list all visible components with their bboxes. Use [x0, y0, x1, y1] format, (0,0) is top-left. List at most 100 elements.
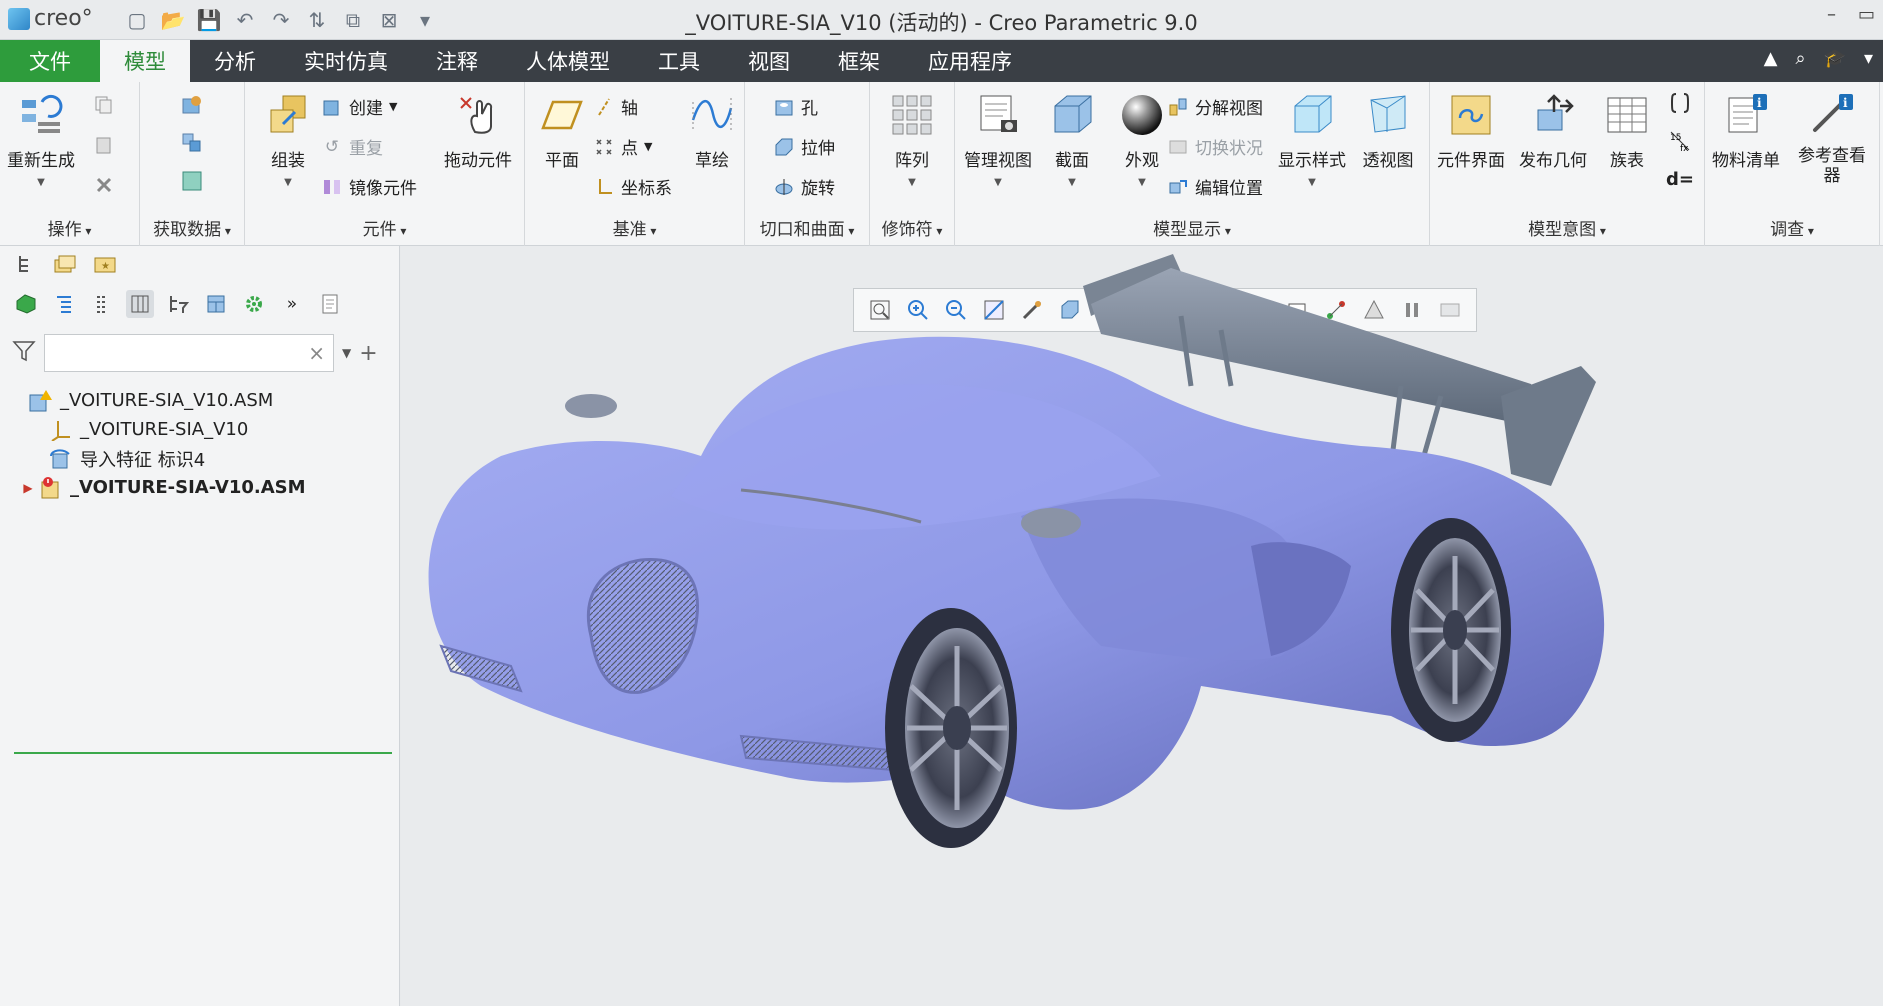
- tab-applications[interactable]: 应用程序: [904, 40, 1036, 82]
- bom-button[interactable]: i 物料清单: [1709, 82, 1783, 171]
- tree-search-input[interactable]: ×: [44, 334, 334, 372]
- cut-surface-group-label[interactable]: 切口和曲面 ▾: [745, 215, 869, 240]
- revolve-button[interactable]: 旋转: [773, 174, 835, 199]
- relations-icon[interactable]: d=: [1666, 166, 1694, 192]
- model-tree-tab-icon[interactable]: [12, 252, 38, 276]
- modifiers-group-label[interactable]: 修饰符 ▾: [870, 215, 954, 240]
- help-center-icon[interactable]: 🎓: [1824, 48, 1846, 69]
- layer-tree-icon[interactable]: [202, 290, 230, 318]
- plane-button[interactable]: 平面: [525, 82, 599, 171]
- tab-annotate[interactable]: 注释: [412, 40, 502, 82]
- sketch-button[interactable]: 草绘: [675, 82, 749, 171]
- tree-expand-icon[interactable]: [50, 290, 78, 318]
- graphics-window[interactable]: [401, 246, 1883, 1006]
- more-tools-icon[interactable]: »: [278, 290, 306, 318]
- perspective-label: 透视图: [1362, 151, 1414, 171]
- extrude-label: 拉伸: [801, 139, 835, 159]
- hole-button[interactable]: 孔: [773, 94, 818, 119]
- tree-node-subassembly[interactable]: ▶ _VOITURE-SIA-V10.ASM: [0, 473, 398, 502]
- operations-group-label[interactable]: 操作 ▾: [0, 215, 139, 240]
- component-group-label[interactable]: 元件 ▾: [245, 215, 524, 240]
- tab-tools[interactable]: 工具: [634, 40, 724, 82]
- minimize-icon[interactable]: –: [1827, 4, 1836, 25]
- get-data-group-label[interactable]: 获取数据 ▾: [140, 215, 244, 240]
- copy-geometry-icon[interactable]: [178, 130, 206, 156]
- component-interface-button[interactable]: 元件界面: [1434, 82, 1508, 171]
- show-details-icon[interactable]: [316, 290, 344, 318]
- perspective-button[interactable]: 透视图: [1351, 82, 1425, 171]
- tree-filter-icon[interactable]: [164, 290, 192, 318]
- switch-dimensions-icon[interactable]: 15 fx: [1666, 128, 1694, 154]
- group-dropdown-caret-icon[interactable]: ▾: [397, 224, 406, 238]
- tab-model[interactable]: 模型: [100, 40, 190, 82]
- tab-live-simulation[interactable]: 实时仿真: [280, 40, 412, 82]
- parameters-icon[interactable]: [1666, 90, 1694, 116]
- tree-collapse-icon[interactable]: [88, 290, 116, 318]
- publish-geometry-button[interactable]: 发布几何: [1516, 82, 1590, 171]
- group-dropdown-caret-icon[interactable]: ▾: [1804, 224, 1814, 238]
- tree-columns-icon[interactable]: [126, 290, 154, 318]
- create-button[interactable]: 创建 ▼: [321, 94, 397, 119]
- tab-framework[interactable]: 框架: [814, 40, 904, 82]
- tab-manikin[interactable]: 人体模型: [502, 40, 634, 82]
- settings-gear-icon[interactable]: [240, 290, 268, 318]
- reference-viewer-button[interactable]: i 参考查看器: [1795, 82, 1869, 186]
- regenerate-button[interactable]: 重新生成 ▼: [4, 82, 78, 188]
- repeat-button[interactable]: ↺ 重复: [321, 134, 383, 160]
- display-style-button[interactable]: 显示样式 ▼: [1275, 82, 1349, 188]
- favorites-tab-icon[interactable]: ★: [92, 252, 118, 276]
- tree-node-root-asm[interactable]: _VOITURE-SIA_V10.ASM: [0, 386, 398, 415]
- user-defined-feature-icon[interactable]: [178, 92, 206, 118]
- tab-file[interactable]: 文件: [0, 40, 100, 82]
- edit-position-button[interactable]: 编辑位置: [1167, 174, 1263, 199]
- paste-icon[interactable]: [90, 132, 118, 158]
- search-dropdown-icon[interactable]: ▼: [342, 346, 351, 360]
- family-table-button[interactable]: 族表: [1590, 82, 1664, 171]
- delete-icon[interactable]: [90, 172, 118, 198]
- investigate-group-label[interactable]: 调查 ▾: [1705, 215, 1879, 240]
- model-display-group-label[interactable]: 模型显示 ▾: [955, 215, 1429, 240]
- explode-view-button[interactable]: 分解视图: [1167, 94, 1263, 119]
- maximize-icon[interactable]: ▭: [1858, 4, 1875, 25]
- tree-node-import-feature[interactable]: 导入特征 标识4: [0, 444, 398, 473]
- point-button[interactable]: 点 ▼: [593, 134, 652, 159]
- tab-analysis[interactable]: 分析: [190, 40, 280, 82]
- folder-browser-tab-icon[interactable]: [52, 252, 78, 276]
- search-icon[interactable]: ⌕: [1795, 48, 1805, 69]
- tab-view[interactable]: 视图: [724, 40, 814, 82]
- pattern-button[interactable]: 阵列 ▼: [875, 82, 949, 188]
- car-model-render[interactable]: [401, 246, 1883, 1006]
- model-intent-group-label[interactable]: 模型意图 ▾: [1430, 215, 1704, 240]
- tree-node-label: _VOITURE-SIA_V10.ASM: [60, 390, 274, 411]
- filter-funnel-icon[interactable]: [12, 339, 36, 368]
- assemble-button[interactable]: 组装 ▼: [251, 82, 325, 188]
- add-filter-icon[interactable]: +: [359, 341, 377, 366]
- section-button[interactable]: 截面 ▼: [1035, 82, 1109, 188]
- edit-position-icon: [1167, 176, 1189, 198]
- expand-arrow-icon[interactable]: ▶: [18, 481, 38, 495]
- part-display-icon[interactable]: [12, 290, 40, 318]
- toggle-status-button[interactable]: 切换状况: [1167, 134, 1263, 159]
- group-dropdown-caret-icon[interactable]: ▾: [647, 224, 656, 238]
- group-dropdown-caret-icon[interactable]: ▾: [1221, 224, 1231, 238]
- manage-views-button[interactable]: 管理视图 ▼: [961, 82, 1035, 188]
- insert-indicator[interactable]: [14, 752, 392, 754]
- group-dropdown-caret-icon[interactable]: ▾: [82, 224, 91, 238]
- axis-button[interactable]: 轴: [593, 94, 638, 119]
- svg-text:i: i: [1843, 96, 1848, 110]
- csys-button[interactable]: 坐标系: [593, 174, 672, 199]
- shrinkwrap-icon[interactable]: [178, 168, 206, 194]
- group-dropdown-caret-icon[interactable]: ▾: [1596, 224, 1606, 238]
- extrude-button[interactable]: 拉伸: [773, 134, 835, 159]
- datum-group-label[interactable]: 基准 ▾: [525, 215, 744, 240]
- tree-node-csys[interactable]: _VOITURE-SIA_V10: [0, 415, 398, 444]
- group-dropdown-caret-icon[interactable]: ▾: [933, 224, 942, 238]
- clear-search-icon[interactable]: ×: [308, 341, 325, 365]
- drag-component-button[interactable]: 拖动元件: [441, 82, 515, 171]
- ribbon-menu-icon[interactable]: ▾: [1864, 48, 1873, 69]
- mirror-component-button[interactable]: 镜像元件: [321, 174, 417, 199]
- group-dropdown-caret-icon[interactable]: ▾: [845, 224, 854, 238]
- collapse-ribbon-icon[interactable]: ▲: [1764, 48, 1778, 69]
- copy-icon[interactable]: [90, 92, 118, 118]
- group-dropdown-caret-icon[interactable]: ▾: [221, 224, 231, 238]
